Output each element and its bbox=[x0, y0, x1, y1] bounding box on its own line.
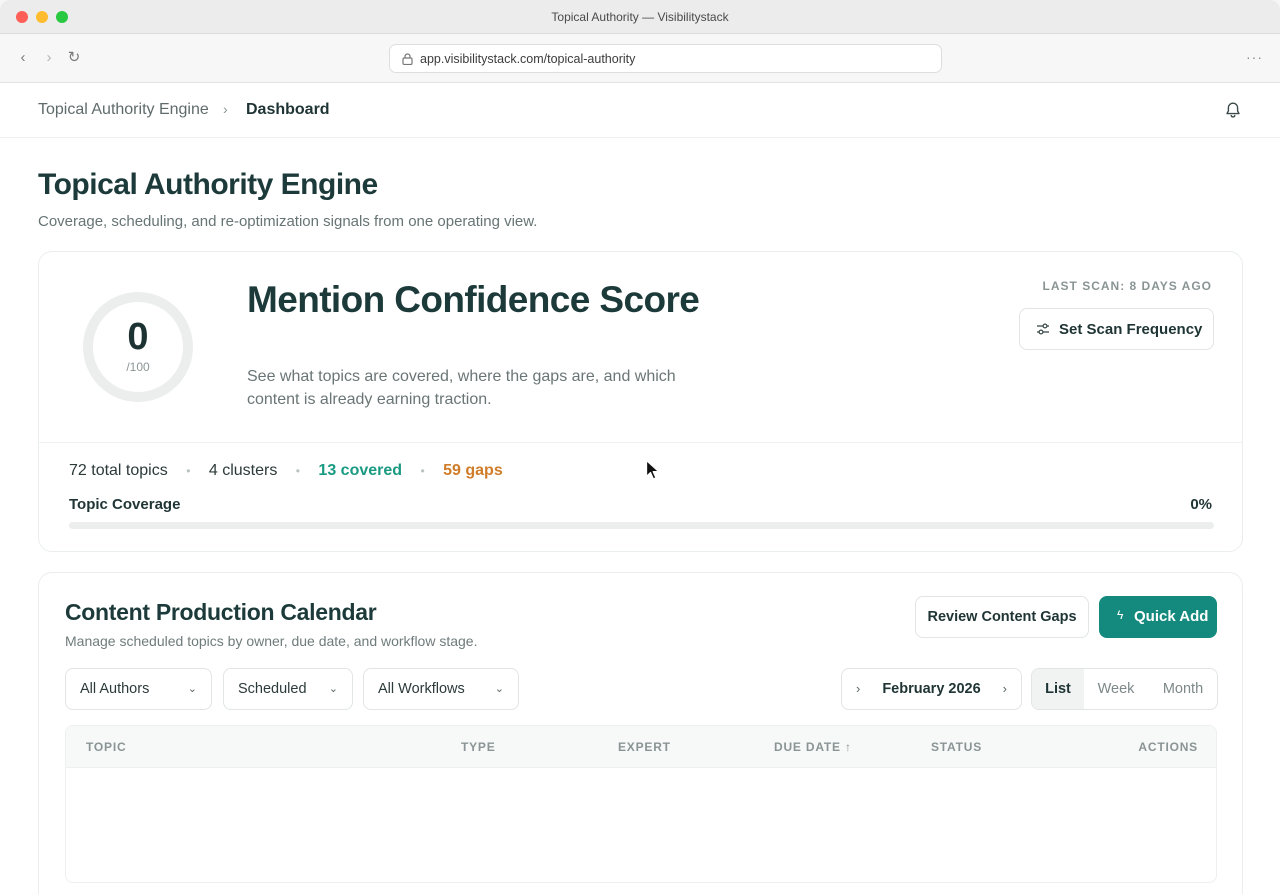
column-header-expert[interactable]: EXPERT bbox=[618, 740, 671, 754]
gaps-stat: 59 gaps bbox=[443, 462, 503, 479]
quick-add-label: Quick Add bbox=[1134, 608, 1209, 625]
topic-stats: 72 total topics • 4 clusters • 13 covere… bbox=[69, 462, 503, 482]
mouse-cursor-icon bbox=[645, 459, 660, 480]
view-list-tab[interactable]: List bbox=[1032, 669, 1084, 709]
clusters-stat: 4 clusters bbox=[208, 462, 278, 479]
calendar-subtitle: Manage scheduled topics by owner, due da… bbox=[65, 633, 478, 649]
breadcrumb-current: Dashboard bbox=[246, 101, 330, 118]
month-navigator: › February 2026 › bbox=[841, 668, 1022, 710]
score-max: /100 bbox=[126, 360, 150, 374]
score-gauge: 0 /100 bbox=[83, 292, 193, 402]
column-header-status[interactable]: STATUS bbox=[931, 740, 982, 754]
score-title: Mention Confidence Score bbox=[247, 279, 700, 320]
covered-stat: 13 covered bbox=[318, 462, 403, 479]
last-scan-label: LAST SCAN: 8 DAYS AGO bbox=[1042, 279, 1212, 293]
address-bar[interactable]: app.visibilitystack.com/topical-authorit… bbox=[389, 44, 942, 73]
authors-filter-select[interactable]: All Authors ⌄ bbox=[65, 668, 212, 710]
page-subtitle: Coverage, scheduling, and re-optimizatio… bbox=[38, 213, 538, 230]
quick-add-button[interactable]: ϟ Quick Add bbox=[1099, 596, 1217, 638]
coverage-progress-bar bbox=[69, 522, 1214, 529]
lightning-icon: ϟ bbox=[1117, 608, 1124, 622]
set-scan-frequency-button[interactable]: Set Scan Frequency bbox=[1019, 308, 1214, 350]
chevron-down-icon: ⌄ bbox=[187, 683, 197, 695]
breadcrumb-chevron-icon: › bbox=[223, 101, 228, 117]
workflow-filter-value: All Workflows bbox=[378, 681, 465, 697]
breadcrumb-root-link[interactable]: Topical Authority Engine bbox=[38, 101, 209, 119]
column-header-actions: ACTIONS bbox=[1138, 740, 1198, 754]
sliders-icon bbox=[1037, 323, 1049, 335]
url-text: app.visibilitystack.com/topical-authorit… bbox=[420, 52, 636, 66]
review-button-label: Review Content Gaps bbox=[927, 609, 1077, 625]
table-header: TOPIC TYPE EXPERT DUE DATE ↑ STATUS ACTI… bbox=[66, 726, 1216, 768]
authors-filter-value: All Authors bbox=[80, 681, 150, 697]
calendar-title: Content Production Calendar bbox=[65, 599, 377, 625]
card-divider bbox=[39, 442, 1242, 443]
bell-icon[interactable] bbox=[1224, 101, 1242, 119]
lock-icon bbox=[402, 53, 413, 65]
view-toggle: List Week Month bbox=[1031, 668, 1218, 710]
coverage-percent: 0% bbox=[1190, 496, 1212, 513]
stat-separator: • bbox=[420, 464, 425, 478]
view-week-tab[interactable]: Week bbox=[1084, 669, 1148, 709]
total-topics-stat: 72 total topics bbox=[69, 462, 168, 479]
title-bar: Topical Authority — Visibilitystack bbox=[0, 0, 1280, 34]
back-arrow-icon[interactable]: ‹ bbox=[15, 50, 31, 66]
status-filter-select[interactable]: Scheduled ⌄ bbox=[223, 668, 353, 710]
column-header-type[interactable]: TYPE bbox=[461, 740, 496, 754]
browser-toolbar: ‹ › ↻ app.visibilitystack.com/topical-au… bbox=[0, 34, 1280, 83]
topics-table: TOPIC TYPE EXPERT DUE DATE ↑ STATUS ACTI… bbox=[65, 725, 1217, 883]
more-options-icon[interactable]: ··· bbox=[1246, 49, 1263, 65]
current-month-label: February 2026 bbox=[882, 681, 981, 697]
status-filter-value: Scheduled bbox=[238, 681, 307, 697]
column-header-due-date[interactable]: DUE DATE ↑ bbox=[774, 740, 852, 754]
score-value: 0 bbox=[127, 316, 149, 358]
column-header-topic[interactable]: TOPIC bbox=[86, 740, 126, 754]
workflow-filter-select[interactable]: All Workflows ⌄ bbox=[363, 668, 519, 710]
stat-separator: • bbox=[295, 464, 300, 478]
content-calendar-card: Content Production Calendar Manage sched… bbox=[38, 572, 1243, 894]
view-month-tab[interactable]: Month bbox=[1148, 669, 1217, 709]
window-title: Topical Authority — Visibilitystack bbox=[551, 10, 729, 24]
review-content-gaps-button[interactable]: Review Content Gaps bbox=[915, 596, 1089, 638]
reload-icon[interactable]: ↻ bbox=[66, 50, 82, 66]
chevron-down-icon: ⌄ bbox=[494, 683, 504, 695]
next-month-icon[interactable]: › bbox=[1003, 681, 1007, 696]
stat-separator: • bbox=[186, 464, 191, 478]
forward-arrow-icon[interactable]: › bbox=[41, 50, 57, 66]
app-header: Topical Authority Engine › Dashboard bbox=[0, 83, 1280, 138]
score-description: See what topics are covered, where the g… bbox=[247, 368, 676, 408]
scan-button-label: Set Scan Frequency bbox=[1059, 321, 1203, 338]
browser-window: Topical Authority — Visibilitystack ‹ › … bbox=[0, 0, 1280, 894]
chevron-down-icon: ⌄ bbox=[328, 683, 338, 695]
score-card: 0 /100 Mention Confidence Score See what… bbox=[38, 251, 1243, 552]
page-title: Topical Authority Engine bbox=[38, 168, 378, 201]
coverage-label: Topic Coverage bbox=[69, 496, 181, 513]
